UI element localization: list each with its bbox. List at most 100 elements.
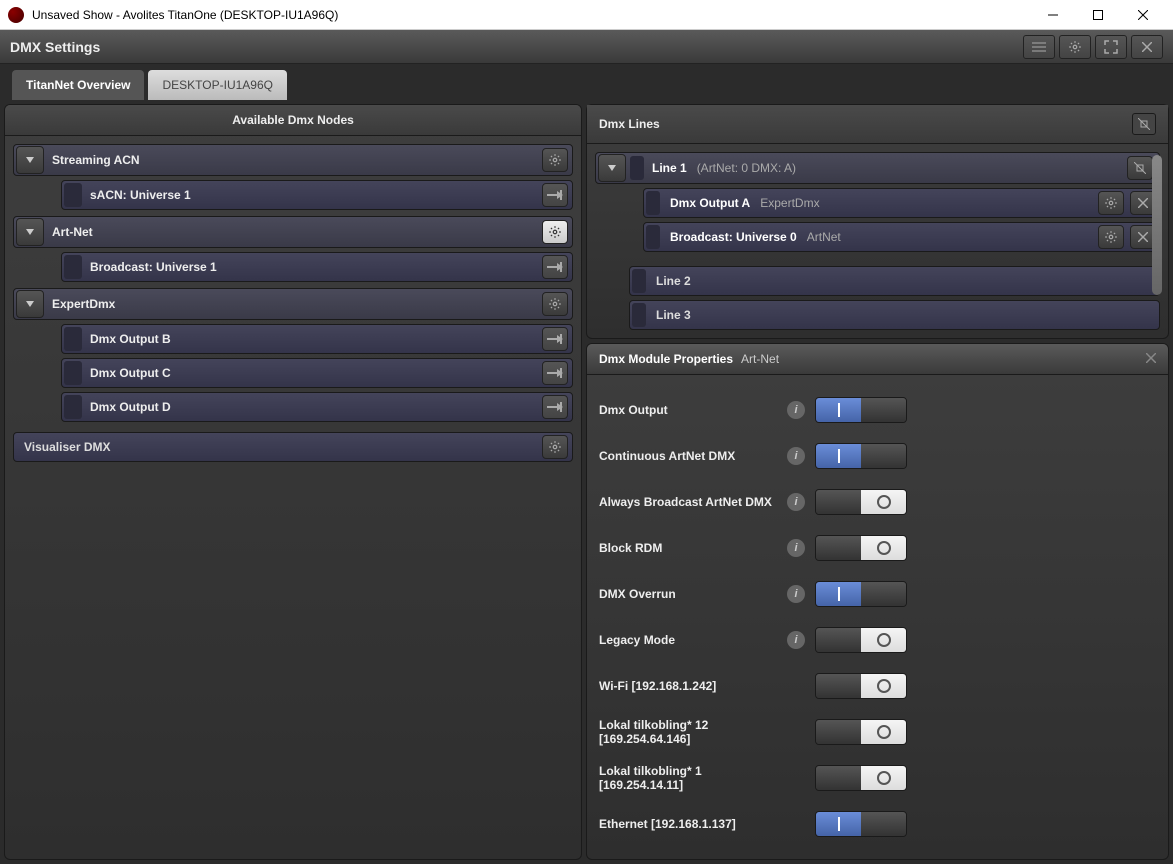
pin-button[interactable] [1132,113,1156,135]
tabs: TitanNet Overview DESKTOP-IU1A96Q [0,64,1173,100]
property-row: Dmx Output i [599,387,1156,433]
node-label: Dmx Output B [84,332,538,346]
node-label: sACN: Universe 1 [84,188,538,202]
group-label: ExpertDmx [46,297,538,311]
property-label: Lokal tilkobling* 12 [169.254.64.146] [599,718,787,746]
property-label: Wi-Fi [192.168.1.242] [599,679,787,693]
property-toggle[interactable] [815,397,907,423]
assign-button[interactable] [542,327,568,351]
header-close-button[interactable] [1131,35,1163,59]
node-item[interactable]: Dmx Output C [61,358,573,388]
gear-icon[interactable] [542,148,568,172]
property-row: DMX Overrun i [599,571,1156,617]
line-output[interactable]: Dmx Output A ExpertDmx [643,188,1160,218]
line-head: Line 1 (ArtNet: 0 DMX: A) [595,152,1160,184]
expand-button[interactable] [16,218,44,246]
drag-handle[interactable] [64,395,82,419]
line-output[interactable]: Broadcast: Universe 0 ArtNet [643,222,1160,252]
expand-button[interactable] [16,146,44,174]
property-toggle[interactable] [815,489,907,515]
output-module: ExpertDmx [750,196,1095,210]
drag-handle[interactable] [64,183,82,207]
property-row: Always Broadcast ArtNet DMX i [599,479,1156,525]
header-expand-button[interactable] [1095,35,1127,59]
assign-button[interactable] [542,395,568,419]
drag-handle[interactable] [632,303,646,327]
property-row: Lokal tilkobling* 1 [169.254.14.11] [599,755,1156,801]
line-label: Line 2 [648,274,1159,288]
gear-icon[interactable] [542,220,568,244]
page-title: DMX Settings [10,39,1019,55]
info-icon[interactable]: i [787,631,805,649]
info-icon[interactable]: i [787,539,805,557]
drag-handle[interactable] [64,255,82,279]
scrollbar[interactable] [1152,155,1162,295]
property-toggle[interactable] [815,627,907,653]
tab-desktop[interactable]: DESKTOP-IU1A96Q [148,70,286,100]
gear-icon[interactable] [542,292,568,316]
property-toggle[interactable] [815,765,907,791]
page-header: DMX Settings [0,30,1173,64]
property-toggle[interactable] [815,535,907,561]
maximize-button[interactable] [1075,0,1120,30]
drag-handle[interactable] [646,225,660,249]
property-row: Continuous ArtNet DMX i [599,433,1156,479]
property-row: Wi-Fi [192.168.1.242] [599,663,1156,709]
info-icon[interactable]: i [787,585,805,603]
gear-icon[interactable] [542,435,568,459]
output-label: Broadcast: Universe 0 [662,230,797,244]
close-window-button[interactable] [1120,0,1165,30]
assign-button[interactable] [542,183,568,207]
minimize-button[interactable] [1030,0,1075,30]
node-item[interactable]: Dmx Output D [61,392,573,422]
property-toggle[interactable] [815,443,907,469]
info-icon[interactable]: i [787,447,805,465]
property-row: Lokal tilkobling* 12 [169.254.64.146] [599,709,1156,755]
drag-handle[interactable] [632,269,646,293]
header-settings-button[interactable] [1059,35,1091,59]
output-label: Dmx Output A [662,196,750,210]
available-nodes-title: Available Dmx Nodes [17,113,569,127]
info-icon[interactable]: i [787,401,805,419]
property-toggle[interactable] [815,811,907,837]
gear-icon[interactable] [1098,191,1124,215]
assign-button[interactable] [542,361,568,385]
pin-button[interactable] [1127,156,1153,180]
node-item[interactable]: sACN: Universe 1 [61,180,573,210]
props-close-button[interactable] [1146,352,1156,366]
drag-handle[interactable] [64,327,82,351]
property-toggle[interactable] [815,719,907,745]
assign-button[interactable] [542,255,568,279]
line-item[interactable]: Line 2 [629,266,1160,296]
module-properties-panel: Dmx Module Properties Art-Net Dmx Output… [586,343,1169,860]
info-icon[interactable]: i [787,493,805,511]
drag-handle[interactable] [630,156,644,180]
line-item[interactable]: Line 3 [629,300,1160,330]
gear-icon[interactable] [1098,225,1124,249]
property-label: Ethernet [192.168.1.137] [599,817,787,831]
node-label: Visualiser DMX [14,440,538,454]
props-title: Dmx Module Properties [599,352,733,366]
node-item[interactable]: Visualiser DMX [13,432,573,462]
property-toggle[interactable] [815,581,907,607]
node-group-head: ExpertDmx [13,288,573,320]
drag-handle[interactable] [64,361,82,385]
dmx-lines-panel: Dmx Lines Line 1 (ArtNet: 0 DMX: A) Dmx … [586,104,1169,339]
property-label: Continuous ArtNet DMX [599,449,787,463]
node-item[interactable]: Dmx Output B [61,324,573,354]
property-label: Legacy Mode [599,633,787,647]
node-item[interactable]: Broadcast: Universe 1 [61,252,573,282]
expand-button[interactable] [598,154,626,182]
line-sublabel: (ArtNet: 0 DMX: A) [687,161,1123,175]
property-row: Ethernet [192.168.1.137] [599,801,1156,847]
node-group-head: Art-Net [13,216,573,248]
app-icon [8,7,24,23]
property-toggle[interactable] [815,673,907,699]
expand-button[interactable] [16,290,44,318]
property-label: Dmx Output [599,403,787,417]
header-menu-button[interactable] [1023,35,1055,59]
drag-handle[interactable] [646,191,660,215]
node-label: Broadcast: Universe 1 [84,260,538,274]
tab-titannet-overview[interactable]: TitanNet Overview [12,70,144,100]
window-titlebar: Unsaved Show - Avolites TitanOne (DESKTO… [0,0,1173,30]
